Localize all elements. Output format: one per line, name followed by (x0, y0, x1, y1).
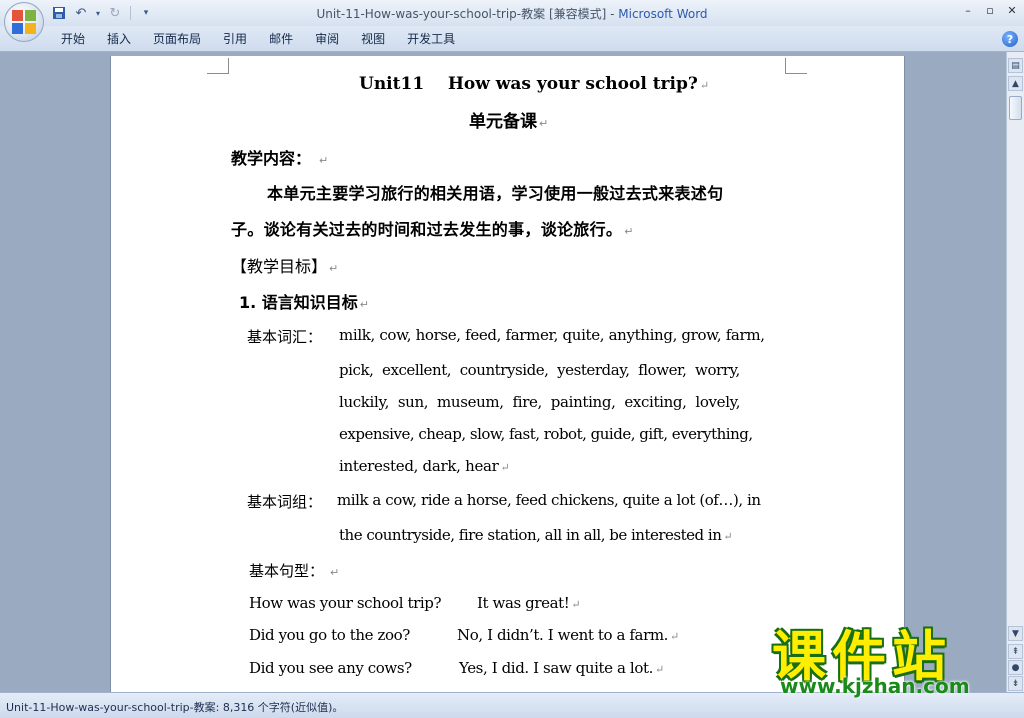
paragraph-mark: ↵ (723, 530, 733, 543)
vocab-line-5-wrap: interested, dark, hear ↵ (339, 457, 510, 475)
sentence-question-1: How was your school trip? (249, 594, 442, 612)
ribbon-tabs: 开始 插入 页面布局 引用 邮件 审阅 视图 开发工具 (50, 26, 466, 52)
margin-marker-top-right (785, 58, 807, 74)
tab-mailings[interactable]: 邮件 (258, 26, 304, 52)
sentence-answer-1-wrap: It was great! ↵ (477, 594, 581, 612)
window-title: Unit-11-How-was-your-school-trip-教案 [兼容模… (0, 5, 1024, 22)
margin-marker-top-left (207, 58, 229, 74)
goal1-heading-line: 1. 语言知识目标 ↵ (239, 289, 369, 313)
scroll-up-icon[interactable]: ▲ (1008, 76, 1023, 91)
section-heading: 教学内容： (231, 149, 312, 168)
paragraph-mark: ↵ (500, 461, 510, 474)
content-line-2-wrap: 子。谈论有关过去的时间和过去发生的事，谈论旅行。 ↵ (231, 216, 634, 240)
vertical-scrollbar[interactable]: ▤ ▲ ▼ ⇞ ● ⇟ (1006, 52, 1024, 692)
tab-view[interactable]: 视图 (350, 26, 396, 52)
ruler-toggle-icon[interactable]: ▤ (1008, 58, 1023, 73)
paragraph-mark: ↵ (539, 117, 549, 130)
section-heading-line: 教学内容： ↵ (231, 145, 328, 169)
office-logo-icon (12, 10, 36, 34)
phrases-label: 基本词组： (247, 493, 323, 511)
help-icon[interactable]: ? (1002, 31, 1018, 47)
restore-icon[interactable]: ▫ (982, 2, 998, 18)
goal1-heading: 1. 语言知识目标 (239, 293, 358, 312)
vocab-line-2: pick, excellent, countryside, yesterday,… (339, 361, 740, 379)
paragraph-mark: ↵ (359, 298, 370, 311)
doc-subtitle: 单元备课 (469, 112, 537, 132)
document-title: Unit-11-How-was-your-school-trip-教案 [兼容模… (316, 7, 619, 21)
scrollbar-thumb[interactable] (1009, 96, 1022, 120)
title-bar: ↶ ▾ ↻ ▾ Unit-11-How-was-your-school-trip… (0, 0, 1024, 26)
paragraph-mark: ↵ (571, 598, 581, 611)
paragraph-mark: ↵ (670, 630, 679, 643)
sentences-label: 基本句型： (249, 562, 325, 580)
sentence-question-2: Did you go to the zoo? (249, 626, 410, 644)
tab-page-layout[interactable]: 页面布局 (142, 26, 212, 52)
sentence-answer-1: It was great! (477, 594, 570, 612)
paragraph-mark: ↵ (330, 566, 340, 579)
vocab-line-4: expensive, cheap, slow, fast, robot, gui… (339, 425, 753, 443)
paragraph-mark: ↵ (319, 154, 329, 167)
phrases-line-2: the countryside, fire station, all in al… (339, 526, 722, 544)
office-button[interactable] (4, 2, 44, 42)
tab-review[interactable]: 审阅 (304, 26, 350, 52)
sentence-answer-2-wrap: No, I didn’t. I went to a farm. ↵ (457, 626, 679, 644)
vocab-line-1: milk, cow, horse, feed, farmer, quite, a… (339, 326, 765, 344)
content-line-2: 子。谈论有关过去的时间和过去发生的事，谈论旅行。 (231, 220, 623, 239)
doc-title: Unit11 How was your school trip? (359, 74, 698, 94)
ribbon: 开始 插入 页面布局 引用 邮件 审阅 视图 开发工具 ? (0, 26, 1024, 52)
doc-subtitle-line: 单元备课 ↵ (469, 107, 548, 132)
document-workspace: Unit11 How was your school trip? ↵ 单元备课 ↵ … (0, 52, 1006, 692)
sentences-label-line: 基本句型： ↵ (249, 560, 339, 581)
goals-heading: 【教学目标】 (231, 257, 328, 276)
sentence-answer-3: Yes, I did. I saw quite a lot. (459, 659, 653, 677)
phrases-line-2-wrap: the countryside, fire station, all in al… (339, 526, 733, 544)
vocab-line-3: luckily, sun, museum, fire, painting, ex… (339, 393, 741, 411)
tab-insert[interactable]: 插入 (96, 26, 142, 52)
watermark-url: www.kjzhan.com (780, 674, 970, 698)
tab-home[interactable]: 开始 (50, 26, 96, 52)
sentence-answer-3-wrap: Yes, I did. I saw quite a lot. ↵ (459, 659, 664, 677)
close-icon[interactable]: ✕ (1004, 2, 1020, 18)
vocab-label: 基本词汇： (247, 328, 323, 346)
app-name: Microsoft Word (618, 7, 708, 21)
vocab-line-5: interested, dark, hear (339, 457, 499, 475)
content-line-1: 本单元主要学习旅行的相关用语，学习使用一般过去式来表述句 (267, 184, 724, 203)
sentence-answer-2: No, I didn’t. I went to a farm. (457, 626, 669, 644)
window-controls: – ▫ ✕ (960, 2, 1020, 18)
status-text: Unit-11-How-was-your-school-trip-教案: 8,3… (6, 701, 344, 714)
minimize-icon[interactable]: – (960, 2, 976, 18)
watermark: 课件站 www.kjzhan.com (772, 612, 1012, 702)
paragraph-mark: ↵ (624, 225, 634, 238)
sentence-question-3: Did you see any cows? (249, 659, 412, 677)
tab-developer[interactable]: 开发工具 (396, 26, 466, 52)
document-page[interactable]: Unit11 How was your school trip? ↵ 单元备课 ↵ … (110, 56, 905, 692)
phrases-line-1: milk a cow, ride a horse, feed chickens,… (337, 491, 761, 509)
paragraph-mark: ↵ (329, 262, 339, 275)
paragraph-mark: ↵ (699, 79, 710, 92)
paragraph-mark: ↵ (654, 663, 664, 676)
tab-references[interactable]: 引用 (212, 26, 258, 52)
doc-title-line: Unit11 How was your school trip? ↵ (359, 74, 709, 94)
goals-heading-line: 【教学目标】 ↵ (231, 253, 338, 277)
